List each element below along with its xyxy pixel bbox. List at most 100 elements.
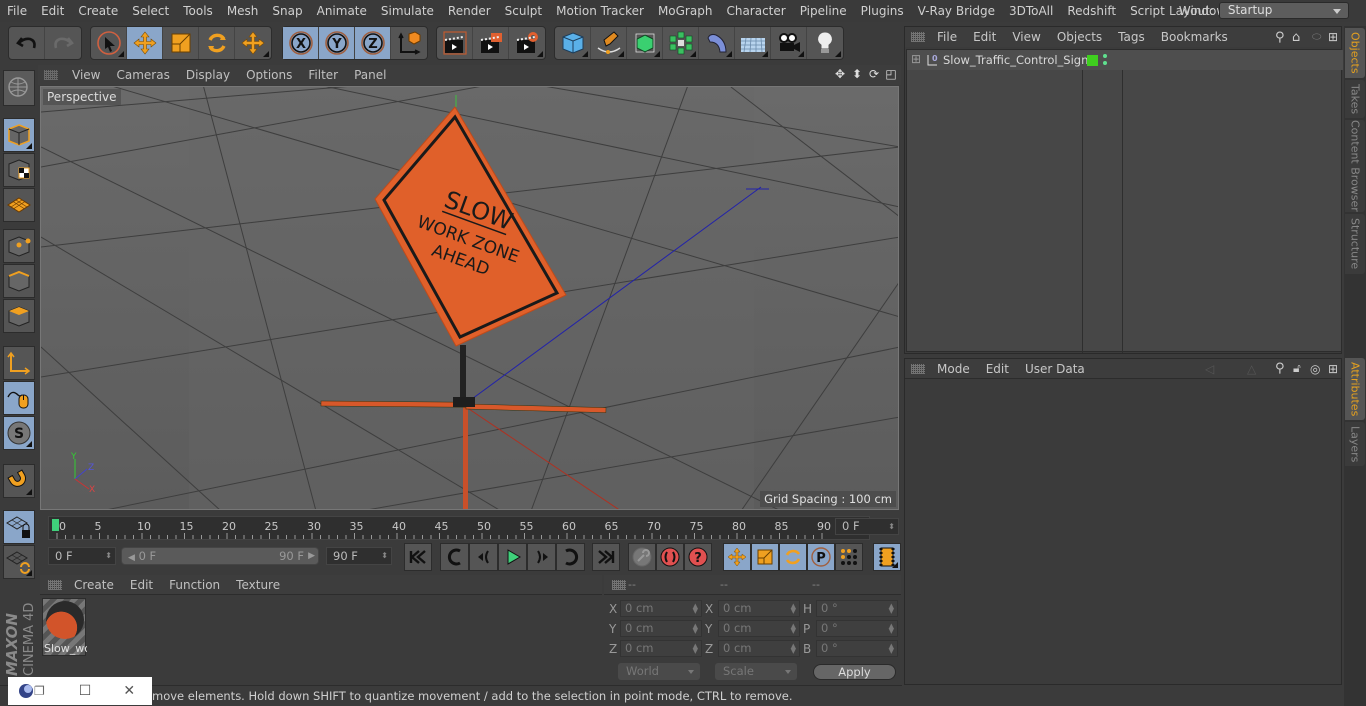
go-to-end-button[interactable] <box>592 543 620 571</box>
spinner-icon[interactable]: ▲ ▼ <box>693 643 698 655</box>
panel-grip-icon[interactable] <box>44 70 58 80</box>
autokeying-button[interactable] <box>656 543 684 571</box>
object-row[interactable]: ⊞ 0 Slow_Traffic_Control_Sign <box>907 50 1343 70</box>
current-frame-field[interactable]: 0 F ⬍ <box>835 518 899 535</box>
menu-mesh[interactable]: Mesh <box>220 4 266 18</box>
previous-frame-button[interactable] <box>469 543 498 571</box>
menu-character[interactable]: Character <box>719 4 792 18</box>
attributes-menu-edit[interactable]: Edit <box>978 362 1017 376</box>
zoom-view-icon[interactable]: ⬍ <box>850 67 864 81</box>
floor-button[interactable] <box>735 27 771 59</box>
material-menu-texture[interactable]: Texture <box>228 578 288 592</box>
objects-menu-objects[interactable]: Objects <box>1049 30 1110 44</box>
size-z-field[interactable]: 0 cm ▲ ▼ <box>718 640 800 657</box>
rot-p-field[interactable]: 0 ° ▲ ▼ <box>816 620 898 637</box>
menu-edit[interactable]: Edit <box>34 4 71 18</box>
tab-attributes[interactable]: Attributes <box>1345 358 1365 420</box>
edges-mode-button[interactable] <box>3 264 35 298</box>
timeline-ruler[interactable]: 0 5 10 15 20 25 30 35 40 45 50 55 60 65 70 75 80 85 90 <box>48 516 870 540</box>
maximize-view-icon[interactable]: ◰ <box>884 67 898 81</box>
size-y-field[interactable]: 0 cm ▲ ▼ <box>718 620 800 637</box>
spinner-icon[interactable]: ▲ ▼ <box>889 643 894 655</box>
menu-create[interactable]: Create <box>71 4 125 18</box>
next-keyframe-button[interactable] <box>556 543 585 571</box>
viewport-menu-view[interactable]: View <box>64 68 108 82</box>
rot-h-field[interactable]: 0 ° ▲ ▼ <box>816 600 898 617</box>
live-selection-button[interactable] <box>91 27 127 59</box>
search-icon[interactable]: ⚲ <box>1275 30 1285 45</box>
cube-button[interactable] <box>555 27 591 59</box>
target-icon[interactable]: ◎ <box>1310 362 1320 376</box>
orbit-view-icon[interactable]: ⟳ <box>867 67 881 81</box>
key-parameter-button[interactable]: P <box>807 543 835 571</box>
deformer-button[interactable] <box>699 27 735 59</box>
move-tool-button[interactable] <box>127 27 163 59</box>
size-x-field[interactable]: 0 cm ▲ ▼ <box>718 600 800 617</box>
attributes-menu-mode[interactable]: Mode <box>929 362 978 376</box>
editor-visibility-dot[interactable] <box>1103 54 1107 58</box>
light-button[interactable] <box>807 27 843 59</box>
menu-3dtoall[interactable]: 3DToAll <box>1002 4 1060 18</box>
key-scale-button[interactable] <box>751 543 779 571</box>
spinner-icon[interactable]: ⬍ <box>381 552 388 560</box>
undo-button[interactable] <box>9 27 45 59</box>
make-editable-button[interactable] <box>3 70 35 106</box>
menu-mograph[interactable]: MoGraph <box>651 4 720 18</box>
panel-grip-icon[interactable] <box>911 363 925 374</box>
tab-takes[interactable]: Takes <box>1345 80 1365 118</box>
menu-plugins[interactable]: Plugins <box>854 4 911 18</box>
scale-tool-button[interactable] <box>163 27 199 59</box>
panel-grip-icon[interactable] <box>911 32 925 42</box>
objects-menu-edit[interactable]: Edit <box>965 30 1004 44</box>
range-right-arrow-icon[interactable]: ▶ <box>308 548 315 564</box>
size-mode-dropdown[interactable]: Scale <box>715 663 797 680</box>
new-window-icon[interactable]: ⊞ <box>1328 362 1338 376</box>
spinner-icon[interactable]: ▲ ▼ <box>693 603 698 615</box>
up-arrow-icon[interactable]: △ <box>1247 362 1256 376</box>
tab-objects[interactable]: Objects <box>1345 28 1365 78</box>
viewport-menu-options[interactable]: Options <box>238 68 300 82</box>
hide-icon[interactable]: ⬭ <box>1312 30 1321 44</box>
3d-viewport[interactable]: SLOW WORK ZONE AHEAD Y Z X Perspective G… <box>40 86 899 510</box>
pos-x-field[interactable]: 0 cm ▲ ▼ <box>620 600 702 617</box>
viewport-menu-cameras[interactable]: Cameras <box>108 68 177 82</box>
recent-tool-button[interactable] <box>235 27 271 59</box>
material-menu-function[interactable]: Function <box>161 578 228 592</box>
spinner-icon[interactable]: ▲ ▼ <box>889 623 894 635</box>
viewport-menu-panel[interactable]: Panel <box>346 68 394 82</box>
workplane-mode-button[interactable] <box>3 188 35 222</box>
tab-structure[interactable]: Structure <box>1345 214 1365 274</box>
back-arrow-icon[interactable]: ◁ <box>1205 362 1214 376</box>
key-position-button[interactable] <box>723 543 751 571</box>
start-frame-field[interactable]: 0 F ⬍ <box>48 547 116 565</box>
go-to-start-button[interactable] <box>404 543 432 571</box>
tweak-mode-button[interactable] <box>3 381 35 415</box>
pos-z-field[interactable]: 0 cm ▲ ▼ <box>620 640 702 657</box>
menu-animate[interactable]: Animate <box>310 4 374 18</box>
y-axis-lock-button[interactable]: Y <box>319 27 355 59</box>
render-settings-button[interactable] <box>509 27 545 59</box>
rot-b-field[interactable]: 0 ° ▲ ▼ <box>816 640 898 657</box>
home-icon[interactable]: ⌂ <box>1292 30 1300 45</box>
close-icon[interactable]: ✕ <box>123 683 135 699</box>
play-button[interactable] <box>498 543 527 571</box>
menu-pipeline[interactable]: Pipeline <box>793 4 854 18</box>
z-axis-lock-button[interactable]: Z <box>355 27 391 59</box>
spinner-icon[interactable]: ▲ ▼ <box>693 623 698 635</box>
redo-button[interactable] <box>45 27 81 59</box>
texture-mode-button[interactable] <box>3 153 35 187</box>
spinner-icon[interactable]: ▲ ▼ <box>791 623 796 635</box>
objects-menu-bookmarks[interactable]: Bookmarks <box>1153 30 1236 44</box>
spinner-icon[interactable]: ▲ ▼ <box>889 603 894 615</box>
spinner-icon[interactable]: ▲ ▼ <box>791 643 796 655</box>
end-frame-field[interactable]: 90 F ⬍ <box>326 547 392 565</box>
pos-y-field[interactable]: 0 cm ▲ ▼ <box>620 620 702 637</box>
attributes-menu-user-data[interactable]: User Data <box>1017 362 1093 376</box>
axis-mode-button[interactable] <box>3 346 35 380</box>
material-swatch[interactable]: Slow_work <box>42 598 87 656</box>
workplane-lock-button[interactable] <box>3 510 35 544</box>
menu-render[interactable]: Render <box>441 4 498 18</box>
workplane-align-button[interactable] <box>3 545 35 579</box>
cloner-button[interactable] <box>663 27 699 59</box>
menu-select[interactable]: Select <box>125 4 176 18</box>
